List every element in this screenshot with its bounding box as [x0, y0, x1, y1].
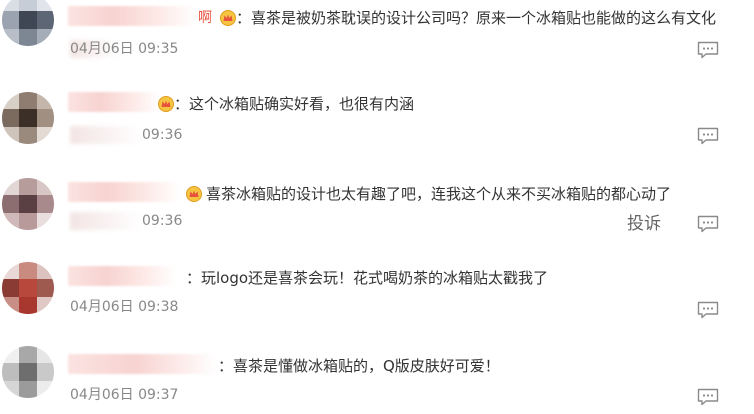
- timestamp: 09:36: [142, 213, 183, 229]
- timestamp: 04月06日 09:37: [70, 387, 179, 403]
- comment-text: ：这个冰箱贴确实好看，也很有内涵: [174, 95, 415, 113]
- comment-bubble-icon[interactable]: [697, 127, 719, 145]
- avatar[interactable]: [2, 92, 54, 144]
- username-blurred[interactable]: [68, 354, 216, 374]
- username-blurred[interactable]: [68, 92, 160, 112]
- comment-bubble-icon[interactable]: [697, 215, 719, 233]
- comment-text: 喜茶冰箱贴的设计也太有趣了吧，连我这个从来不买冰箱贴的都心动了: [206, 185, 672, 203]
- comment-text: ：喜茶是被奶茶耽误的设计公司吗？原来一个冰箱贴也能做的这么有文化: [236, 9, 717, 27]
- comment-bubble-icon[interactable]: [697, 41, 719, 59]
- timestamp-blur: [70, 212, 142, 230]
- avatar[interactable]: [2, 262, 54, 314]
- comment-item: 喜茶冰箱贴的设计也太有趣了吧，连我这个从来不买冰箱贴的都心动了 09:36 投诉: [0, 172, 754, 258]
- comment-item: ：喜茶是懂做冰箱贴的，Q版皮肤好可爱！ 04月06日 09:37: [0, 344, 754, 414]
- crown-badge-icon: [158, 96, 174, 112]
- comment-bubble-icon[interactable]: [697, 388, 719, 406]
- report-link[interactable]: 投诉: [627, 214, 661, 234]
- avatar[interactable]: [2, 178, 54, 230]
- timestamp: 09:36: [142, 127, 183, 143]
- username-blurred[interactable]: [68, 182, 180, 202]
- comment-text: ：玩logo还是喜茶会玩！花式喝奶茶的冰箱贴太戳我了: [186, 269, 549, 287]
- timestamp: 04月06日 09:38: [70, 299, 179, 315]
- avatar[interactable]: [2, 0, 54, 46]
- comment-item: ：玩logo还是喜茶会玩！花式喝奶茶的冰箱贴太戳我了 04月06日 09:38: [0, 258, 754, 344]
- timestamp-blur: [70, 126, 142, 144]
- comment-text: ：喜茶是懂做冰箱贴的，Q版皮肤好可爱！: [218, 357, 500, 375]
- crown-badge-icon: [186, 186, 202, 202]
- username-suffix: 啊: [198, 10, 212, 26]
- comment-item: ：这个冰箱贴确实好看，也很有内涵 09:36: [0, 86, 754, 172]
- crown-badge-icon: [220, 10, 236, 26]
- comment-bubble-icon[interactable]: [697, 301, 719, 319]
- avatar[interactable]: [2, 346, 54, 398]
- username-blurred[interactable]: [68, 266, 176, 286]
- timestamp: 04月06日 09:35: [70, 41, 179, 57]
- username-blurred[interactable]: [68, 6, 196, 26]
- comment-item: 啊 ：喜茶是被奶茶耽误的设计公司吗？原来一个冰箱贴也能做的这么有文化 04月06…: [0, 0, 754, 86]
